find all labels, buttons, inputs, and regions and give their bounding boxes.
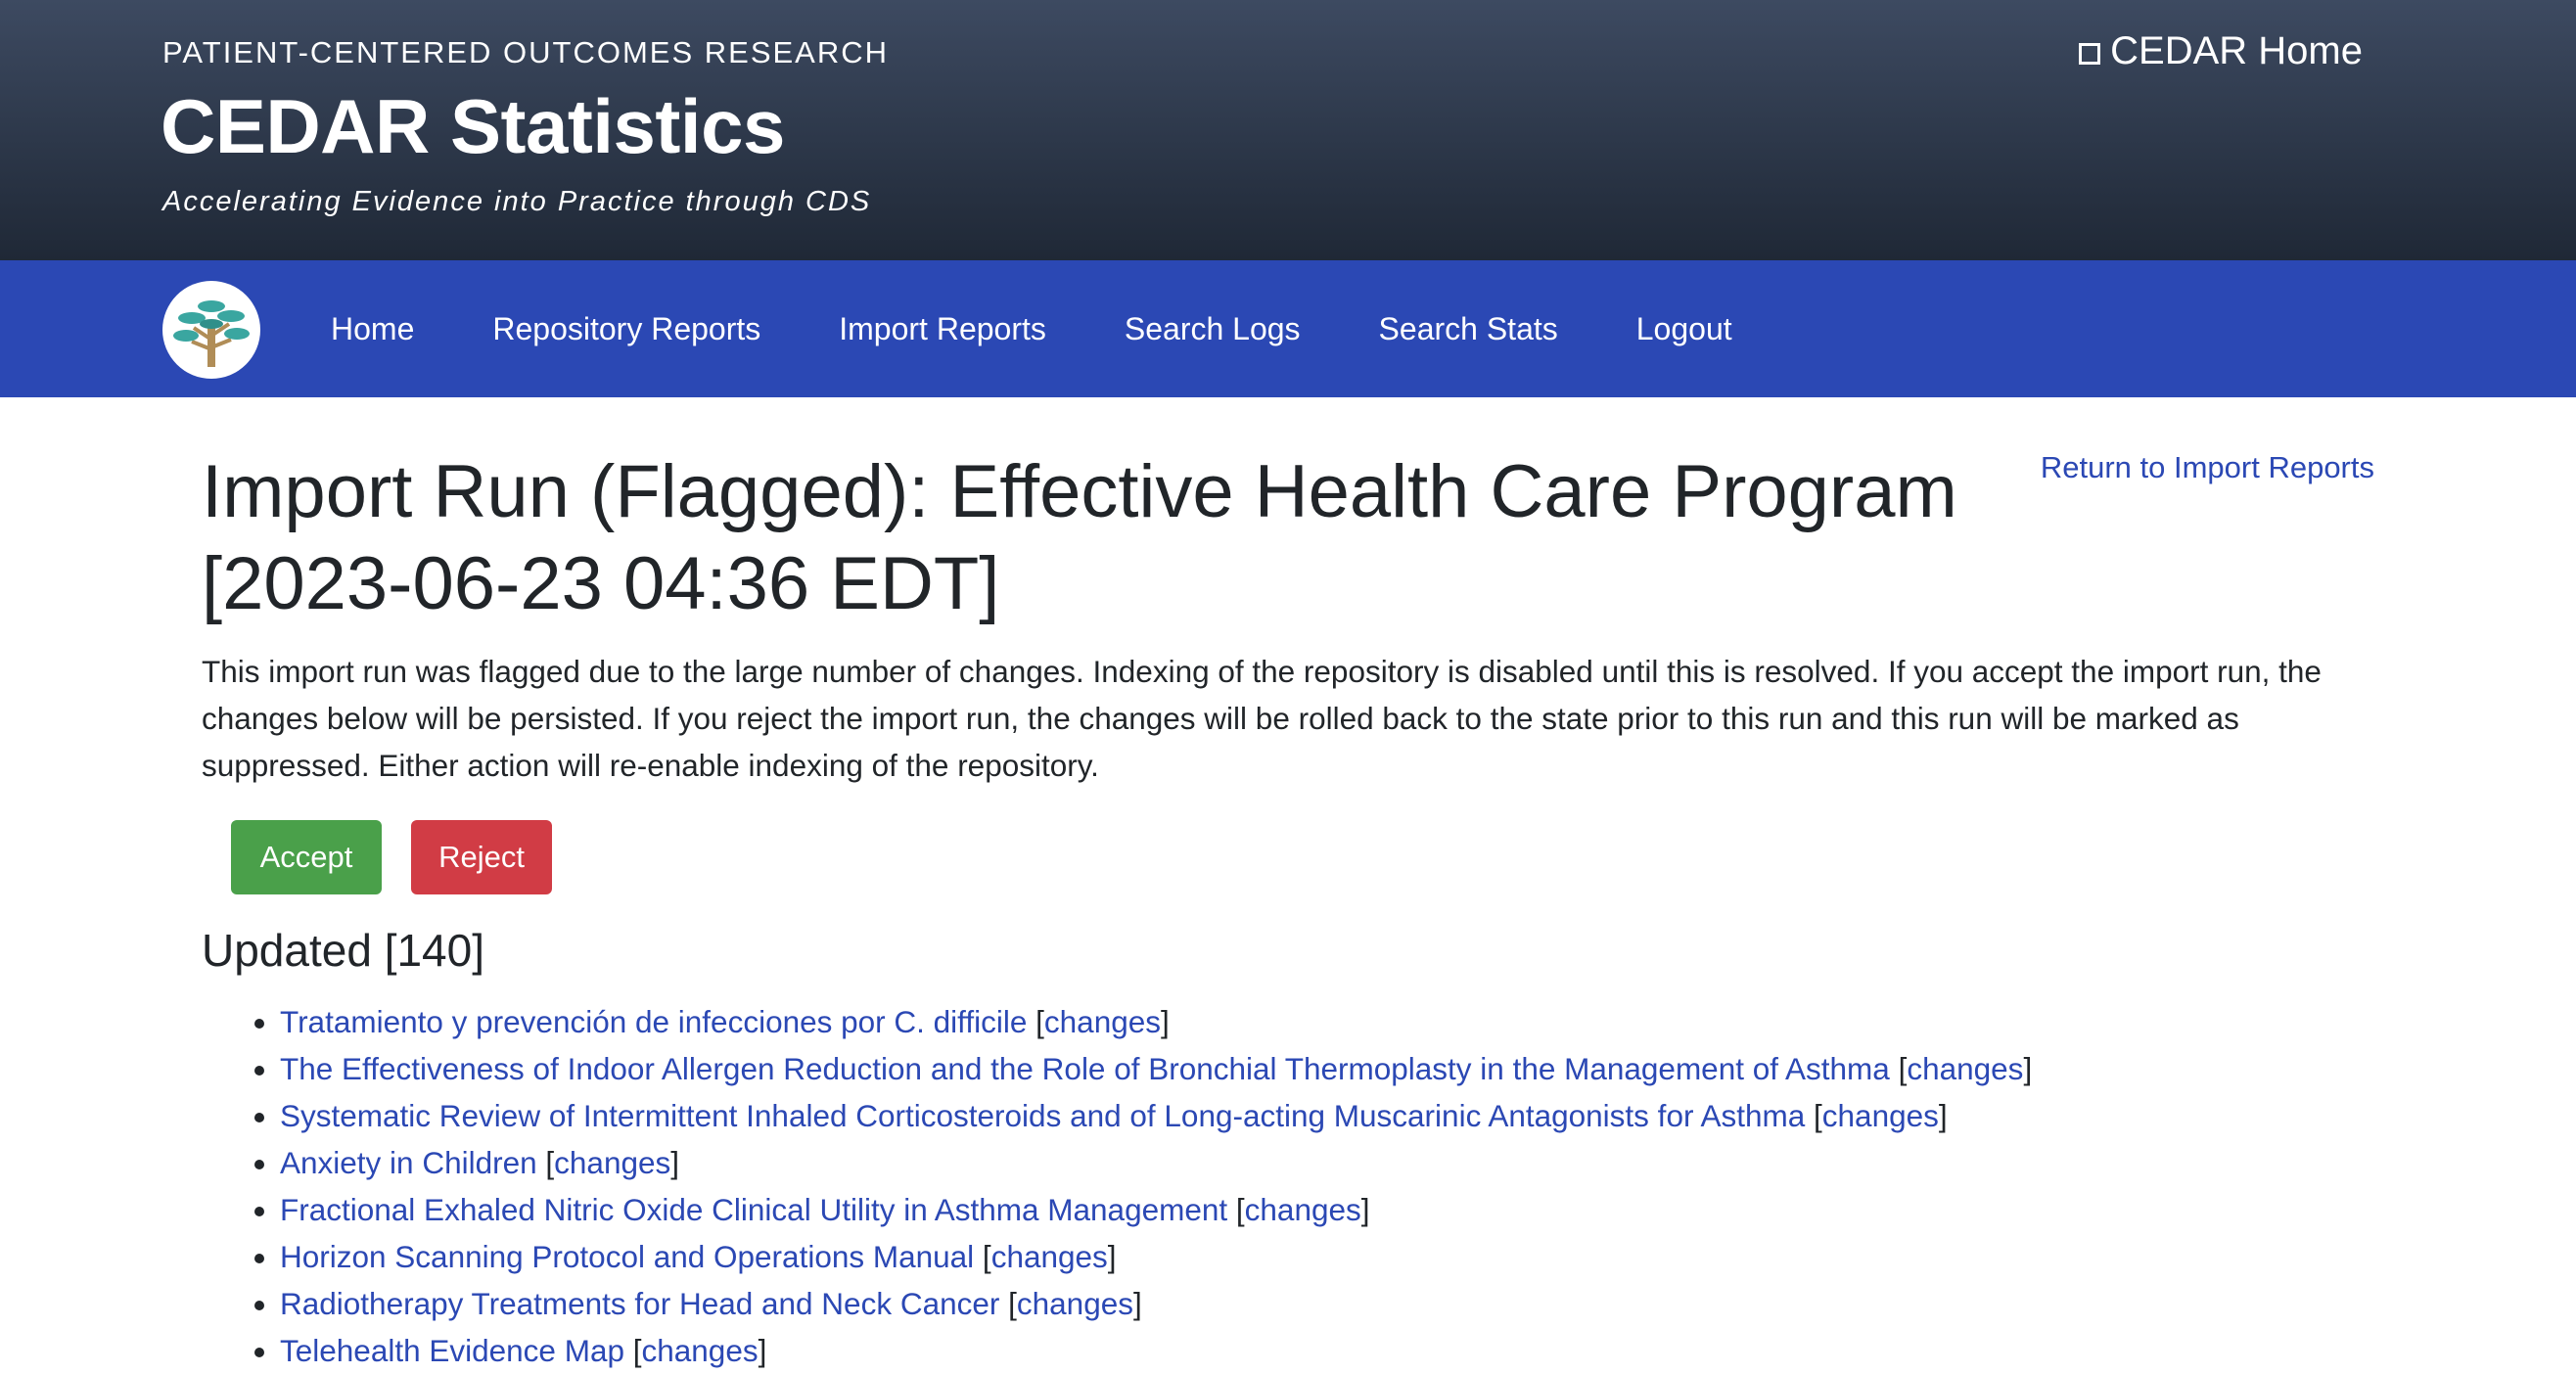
updated-item-link[interactable]: The Effectiveness of Indoor Allergen Red… (280, 1051, 1890, 1086)
nav-item-logout[interactable]: Logout (1636, 311, 1732, 347)
changes-link[interactable]: changes (991, 1239, 1108, 1274)
changes-link[interactable]: changes (1907, 1051, 2023, 1086)
site-tagline: Accelerating Evidence into Practice thro… (162, 186, 872, 217)
updated-item-link[interactable]: Anxiety in Children (280, 1145, 537, 1180)
list-item: The Effectiveness of Indoor Allergen Red… (280, 1045, 2032, 1092)
intro-text: This import run was flagged due to the l… (202, 654, 2322, 783)
updated-item-link[interactable]: Radiotherapy Treatments for Head and Nec… (280, 1286, 999, 1321)
updated-section-heading: Updated [140] (202, 925, 485, 976)
nav-item-search-stats[interactable]: Search Stats (1379, 311, 1558, 347)
site-title: CEDAR Statistics (161, 83, 785, 169)
nav-item-import-reports[interactable]: Import Reports (839, 311, 1046, 347)
list-item: Anxiety in Children [changes] (280, 1139, 2032, 1186)
nav-item-home[interactable]: Home (331, 311, 414, 347)
updated-item-link[interactable]: Systematic Review of Intermittent Inhale… (280, 1098, 1805, 1133)
accept-button[interactable]: Accept (231, 820, 382, 894)
updated-item-link[interactable]: Horizon Scanning Protocol and Operations… (280, 1239, 974, 1274)
changes-link[interactable]: changes (1017, 1286, 1133, 1321)
list-item: Radiotherapy Treatments for Head and Nec… (280, 1280, 2032, 1327)
square-icon (2079, 42, 2101, 65)
list-item: Systematic Review of Intermittent Inhale… (280, 1092, 2032, 1139)
list-item: Horizon Scanning Protocol and Operations… (280, 1233, 2032, 1280)
cedar-home-link[interactable]: CEDAR Home (2079, 29, 2363, 73)
changes-link[interactable]: changes (1245, 1192, 1361, 1227)
nav-item-search-logs[interactable]: Search Logs (1125, 311, 1301, 347)
changes-link[interactable]: changes (642, 1333, 759, 1368)
updated-item-link[interactable]: Telehealth Evidence Map (280, 1333, 624, 1368)
changes-link[interactable]: changes (554, 1145, 670, 1180)
header-kicker: PATIENT-CENTERED OUTCOMES RESEARCH (162, 35, 890, 69)
site-header: PATIENT-CENTERED OUTCOMES RESEARCH CEDAR… (0, 0, 2576, 260)
list-item: Tratamiento y prevención de infecciones … (280, 998, 2032, 1045)
changes-link[interactable]: changes (1044, 1004, 1161, 1039)
reject-button[interactable]: Reject (411, 820, 552, 894)
list-item: Telehealth Evidence Map [changes] (280, 1327, 2032, 1374)
updated-item-link[interactable]: Tratamiento y prevención de infecciones … (280, 1004, 1027, 1039)
cedar-home-label: CEDAR Home (2110, 29, 2363, 72)
page-title: Import Run (Flagged): Effective Health C… (202, 450, 1957, 625)
list-item: Fractional Exhaled Nitric Oxide Clinical… (280, 1186, 2032, 1233)
cedar-logo[interactable] (162, 281, 260, 379)
tree-logo-icon (173, 300, 250, 367)
main-navbar: Home Repository Reports Import Reports S… (0, 260, 2576, 397)
nav-items: Home Repository Reports Import Reports S… (331, 260, 1732, 397)
updated-list: Tratamiento y prevención de infecciones … (202, 998, 2032, 1374)
changes-link[interactable]: changes (1822, 1098, 1939, 1133)
nav-item-repository-reports[interactable]: Repository Reports (492, 311, 760, 347)
updated-item-link[interactable]: Fractional Exhaled Nitric Oxide Clinical… (280, 1192, 1227, 1227)
return-to-import-reports-link[interactable]: Return to Import Reports (2041, 450, 2374, 485)
